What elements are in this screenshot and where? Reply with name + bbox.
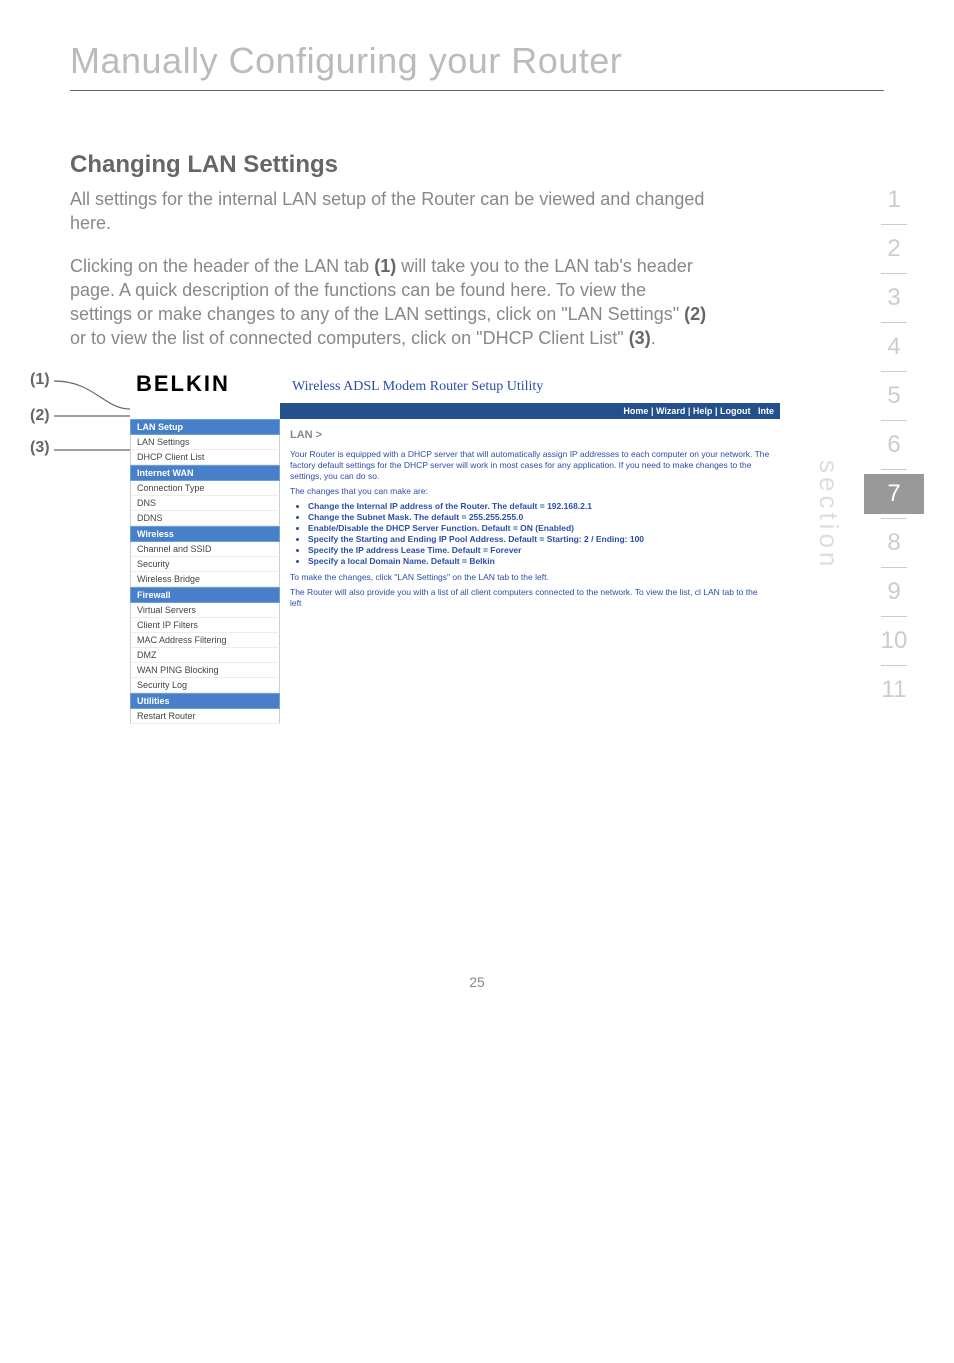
side-item-dns[interactable]: DNS xyxy=(130,496,280,511)
ss-sidebar: LAN Setup LAN Settings DHCP Client List … xyxy=(130,419,280,724)
side-cat-lan-setup[interactable]: LAN Setup xyxy=(130,419,280,435)
callout-1: (1) xyxy=(30,371,50,389)
topbar-logout[interactable]: Logout xyxy=(720,406,751,416)
main-intro-2: The changes that you can make are: xyxy=(290,486,770,497)
bullet-4: Specify the Starting and Ending IP Pool … xyxy=(308,534,770,544)
ss-header: BELKIN Wireless ADSL Modem Router Setup … xyxy=(130,369,780,403)
ref-2: (2) xyxy=(684,304,706,324)
side-item-virtual-servers[interactable]: Virtual Servers xyxy=(130,603,280,618)
chapter-underline xyxy=(70,90,884,91)
topbar-home[interactable]: Home xyxy=(623,406,648,416)
side-item-wan-ping-blocking[interactable]: WAN PING Blocking xyxy=(130,663,280,678)
paragraph-1: All settings for the internal LAN setup … xyxy=(70,187,710,236)
p2-part-a: Clicking on the header of the LAN tab xyxy=(70,256,374,276)
main-bullet-list: Change the Internal IP address of the Ro… xyxy=(308,501,770,566)
nav-4: 4 xyxy=(864,327,924,367)
nav-3: 3 xyxy=(864,278,924,318)
side-item-restart-router[interactable]: Restart Router xyxy=(130,709,280,724)
nav-1: 1 xyxy=(864,180,924,220)
p2-part-c: or to view the list of connected compute… xyxy=(70,328,629,348)
belkin-logo: BELKIN xyxy=(130,369,292,403)
ss-tagline: Wireless ADSL Modem Router Setup Utility xyxy=(292,379,780,403)
side-item-dmz[interactable]: DMZ xyxy=(130,648,280,663)
ss-main: LAN > Your Router is equipped with a DHC… xyxy=(280,419,780,619)
main-line-2: The Router will also provide you with a … xyxy=(290,587,770,609)
p2-part-d: . xyxy=(651,328,656,348)
side-item-connection-type[interactable]: Connection Type xyxy=(130,481,280,496)
ref-3: (3) xyxy=(629,328,651,348)
bullet-6: Specify a local Domain Name. Default = B… xyxy=(308,556,770,566)
main-line-1: To make the changes, click "LAN Settings… xyxy=(290,572,770,583)
page-number: 25 xyxy=(70,974,884,990)
topbar-help[interactable]: Help xyxy=(693,406,713,416)
ref-1: (1) xyxy=(374,256,396,276)
main-intro-1: Your Router is equipped with a DHCP serv… xyxy=(290,449,770,482)
callout-3: (3) xyxy=(30,439,50,457)
side-item-security-log[interactable]: Security Log xyxy=(130,678,280,693)
side-cat-wireless[interactable]: Wireless xyxy=(130,526,280,542)
topbar-wizard[interactable]: Wizard xyxy=(656,406,685,416)
bullet-1: Change the Internal IP address of the Ro… xyxy=(308,501,770,511)
nav-2: 2 xyxy=(864,229,924,269)
bullet-3: Enable/Disable the DHCP Server Function.… xyxy=(308,523,770,533)
side-cat-firewall[interactable]: Firewall xyxy=(130,587,280,603)
section-heading: Changing LAN Settings xyxy=(70,151,884,179)
bullet-2: Change the Subnet Mask. The default = 25… xyxy=(308,512,770,522)
side-cat-internet-wan[interactable]: Internet WAN xyxy=(130,465,280,481)
side-item-client-ip-filters[interactable]: Client IP Filters xyxy=(130,618,280,633)
page: Manually Configuring your Router 1 2 3 4… xyxy=(0,0,954,1030)
side-item-ddns[interactable]: DDNS xyxy=(130,511,280,526)
screenshot-wrap: (1) (2) (3) BELKIN Wireless ADSL Modem R… xyxy=(70,369,884,724)
side-item-dhcp-client-list[interactable]: DHCP Client List xyxy=(130,450,280,465)
topbar-internet: Inte xyxy=(758,406,774,416)
side-item-lan-settings[interactable]: LAN Settings xyxy=(130,435,280,450)
ss-body: LAN Setup LAN Settings DHCP Client List … xyxy=(130,419,780,724)
side-item-wireless-bridge[interactable]: Wireless Bridge xyxy=(130,572,280,587)
chapter-title: Manually Configuring your Router xyxy=(70,40,884,82)
screenshot: BELKIN Wireless ADSL Modem Router Setup … xyxy=(130,369,780,724)
ss-topbar: Home | Wizard | Help | Logout Inte xyxy=(280,403,780,419)
paragraph-2: Clicking on the header of the LAN tab (1… xyxy=(70,254,710,351)
side-item-security[interactable]: Security xyxy=(130,557,280,572)
callout-2: (2) xyxy=(30,407,50,425)
side-item-mac-filtering[interactable]: MAC Address Filtering xyxy=(130,633,280,648)
side-cat-utilities[interactable]: Utilities xyxy=(130,693,280,709)
side-item-channel-ssid[interactable]: Channel and SSID xyxy=(130,542,280,557)
breadcrumb: LAN > xyxy=(290,429,770,441)
bullet-5: Specify the IP address Lease Time. Defau… xyxy=(308,545,770,555)
